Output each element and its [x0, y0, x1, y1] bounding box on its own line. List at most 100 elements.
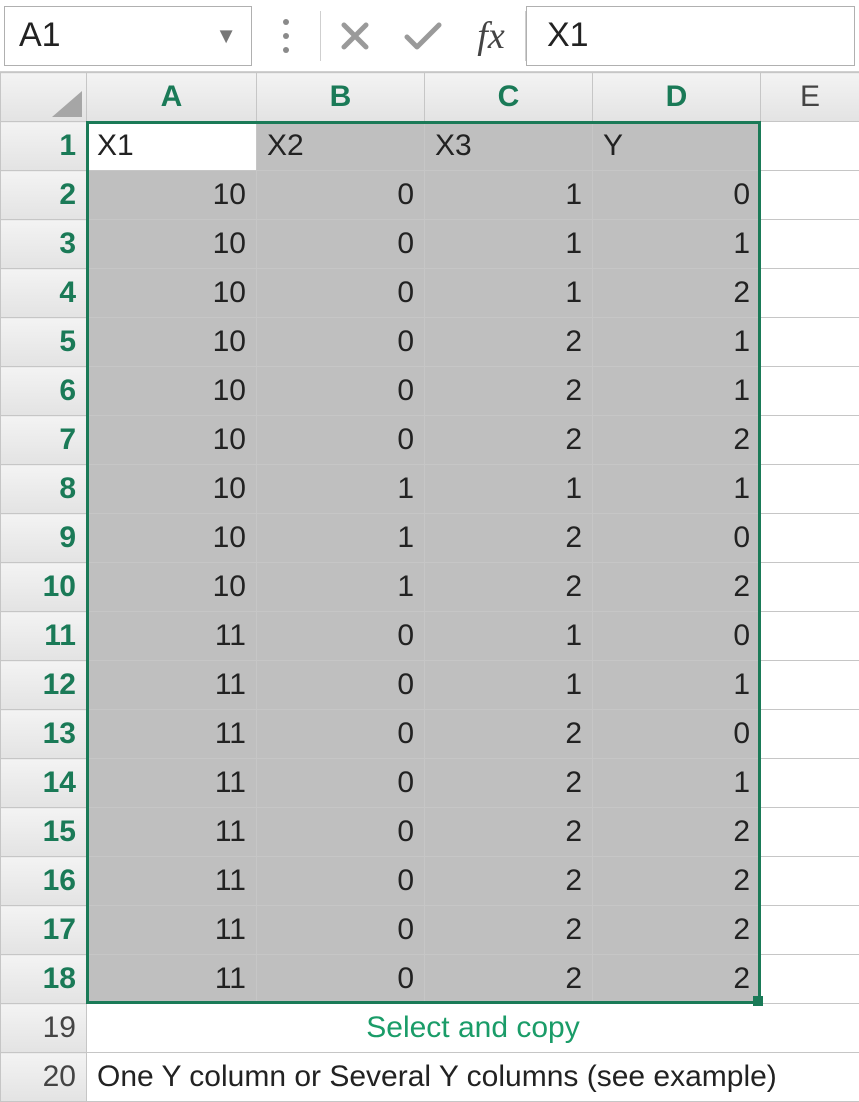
cell[interactable] [761, 318, 859, 367]
cell[interactable] [761, 563, 859, 612]
cell[interactable]: 0 [257, 661, 425, 710]
cell[interactable]: 2 [425, 318, 593, 367]
cell[interactable]: 2 [425, 710, 593, 759]
cell[interactable]: 2 [425, 857, 593, 906]
row-header-9[interactable]: 9 [1, 514, 87, 563]
cell[interactable]: 1 [593, 465, 761, 514]
row-header-3[interactable]: 3 [1, 220, 87, 269]
cell[interactable]: 0 [257, 416, 425, 465]
cell[interactable]: 10 [87, 367, 257, 416]
cell[interactable]: X2 [257, 122, 425, 171]
select-all-corner[interactable] [1, 73, 87, 122]
cell[interactable]: 11 [87, 759, 257, 808]
cell[interactable]: 1 [425, 465, 593, 514]
cell[interactable] [761, 416, 859, 465]
cell[interactable]: 10 [87, 220, 257, 269]
cell[interactable]: 2 [593, 808, 761, 857]
row-header-4[interactable]: 4 [1, 269, 87, 318]
cell[interactable] [761, 612, 859, 661]
cell[interactable]: 11 [87, 808, 257, 857]
cell[interactable]: X1 [87, 122, 257, 171]
column-header-D[interactable]: D [593, 73, 761, 122]
cell[interactable]: 1 [593, 367, 761, 416]
row-header-10[interactable]: 10 [1, 563, 87, 612]
cell[interactable]: 0 [257, 367, 425, 416]
cell[interactable]: 11 [87, 661, 257, 710]
cell[interactable]: 11 [87, 955, 257, 1004]
cell[interactable]: 1 [425, 661, 593, 710]
row-header-18[interactable]: 18 [1, 955, 87, 1004]
cell[interactable]: 2 [425, 416, 593, 465]
row-header-17[interactable]: 17 [1, 906, 87, 955]
cell[interactable] [761, 122, 859, 171]
cell[interactable] [761, 220, 859, 269]
cell[interactable]: 2 [593, 269, 761, 318]
cell[interactable]: 2 [593, 563, 761, 612]
column-header-B[interactable]: B [257, 73, 425, 122]
cell[interactable]: 1 [425, 220, 593, 269]
cell[interactable]: 10 [87, 416, 257, 465]
cell[interactable]: 1 [593, 759, 761, 808]
cell[interactable]: 0 [593, 171, 761, 220]
cell[interactable]: 10 [87, 514, 257, 563]
cell[interactable] [761, 465, 859, 514]
cancel-icon[interactable] [321, 6, 389, 66]
cell[interactable]: 1 [425, 171, 593, 220]
cell[interactable] [761, 906, 859, 955]
cell[interactable]: 1 [257, 514, 425, 563]
enter-icon[interactable] [389, 6, 457, 66]
cell[interactable]: 1 [593, 220, 761, 269]
cell[interactable]: 2 [425, 367, 593, 416]
row-header-16[interactable]: 16 [1, 857, 87, 906]
cell[interactable]: 0 [257, 318, 425, 367]
cell[interactable]: 0 [257, 955, 425, 1004]
row-header-12[interactable]: 12 [1, 661, 87, 710]
cell[interactable]: 11 [87, 612, 257, 661]
cell[interactable]: 2 [425, 906, 593, 955]
cell[interactable]: 1 [425, 612, 593, 661]
cell[interactable]: 1 [425, 269, 593, 318]
row-header-7[interactable]: 7 [1, 416, 87, 465]
column-header-A[interactable]: A [87, 73, 257, 122]
cell[interactable] [761, 955, 859, 1004]
cell[interactable]: 0 [257, 220, 425, 269]
cell[interactable] [761, 661, 859, 710]
cell[interactable] [761, 514, 859, 563]
cell[interactable]: 0 [257, 612, 425, 661]
row-header-8[interactable]: 8 [1, 465, 87, 514]
row-header-20[interactable]: 20 [1, 1053, 87, 1102]
cell[interactable]: 0 [257, 171, 425, 220]
cell[interactable]: 11 [87, 857, 257, 906]
name-box[interactable]: A1 ▼ [4, 6, 252, 66]
cell[interactable]: 0 [257, 269, 425, 318]
cell[interactable]: 0 [257, 759, 425, 808]
row-header-2[interactable]: 2 [1, 171, 87, 220]
row-header-14[interactable]: 14 [1, 759, 87, 808]
formula-input[interactable]: X1 [526, 6, 855, 66]
row-header-11[interactable]: 11 [1, 612, 87, 661]
chevron-down-icon[interactable]: ▼ [215, 23, 237, 49]
cell[interactable]: 1 [257, 563, 425, 612]
row-header-6[interactable]: 6 [1, 367, 87, 416]
cell[interactable] [761, 710, 859, 759]
row-header-15[interactable]: 15 [1, 808, 87, 857]
row-header-1[interactable]: 1 [1, 122, 87, 171]
cell[interactable]: 0 [257, 710, 425, 759]
cell[interactable] [761, 269, 859, 318]
cell[interactable]: 2 [425, 514, 593, 563]
cell[interactable]: 10 [87, 171, 257, 220]
cell[interactable]: 2 [593, 416, 761, 465]
cell[interactable]: X3 [425, 122, 593, 171]
column-header-C[interactable]: C [425, 73, 593, 122]
cell[interactable]: 1 [593, 661, 761, 710]
cell[interactable]: 11 [87, 906, 257, 955]
cell[interactable]: 2 [425, 808, 593, 857]
spreadsheet-grid[interactable]: ABCDE1X1X2X3Y210010310011410012510021610… [0, 72, 859, 1102]
cell[interactable]: 10 [87, 563, 257, 612]
cell[interactable]: 0 [257, 808, 425, 857]
cell[interactable]: 10 [87, 269, 257, 318]
cell[interactable]: 11 [87, 710, 257, 759]
fx-icon[interactable]: fx [457, 6, 525, 66]
cell[interactable]: 0 [257, 857, 425, 906]
column-header-E[interactable]: E [761, 73, 859, 122]
